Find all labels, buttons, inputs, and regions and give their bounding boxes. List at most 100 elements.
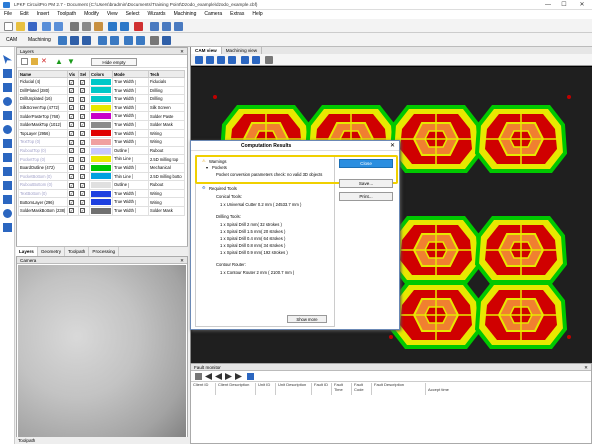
- layer-mode[interactable]: True Width: [112, 111, 149, 121]
- check-icon[interactable]: ✓: [80, 199, 85, 205]
- new-layer-icon[interactable]: [21, 58, 28, 65]
- menu-wizards[interactable]: Wizards: [144, 10, 170, 19]
- pockets-label[interactable]: Pockets: [212, 165, 227, 170]
- layer-color[interactable]: [89, 119, 113, 130]
- fault-col-fault-id[interactable]: Fault ID: [314, 382, 328, 388]
- layer-color[interactable]: [89, 188, 113, 199]
- layer-mode[interactable]: True Width: [112, 128, 149, 139]
- layer-row[interactable]: SolderPasteTop (768) ✓ ✓ True Width Solder P…: [18, 111, 185, 121]
- layer-mode[interactable]: True Width: [112, 162, 149, 173]
- tab-geometry[interactable]: Geometry: [38, 247, 65, 256]
- visible-checkbox[interactable]: ✓: [67, 111, 79, 121]
- layer-row[interactable]: TopLayer (2956) ✓ ✓ True Width Wiring: [18, 128, 185, 139]
- delete-icon[interactable]: [134, 22, 143, 31]
- machining-label[interactable]: Machining: [28, 37, 51, 43]
- dropdown-arrow-icon[interactable]: [127, 182, 132, 188]
- drill-icon[interactable]: [70, 36, 79, 45]
- show-more-button[interactable]: Show more: [287, 315, 327, 323]
- next-icon[interactable]: [225, 373, 232, 380]
- zoom-fit-icon[interactable]: [174, 22, 183, 31]
- visible-checkbox[interactable]: ✓: [67, 119, 79, 130]
- dropdown-arrow-icon[interactable]: [134, 208, 139, 214]
- check-icon[interactable]: ✓: [69, 139, 74, 145]
- layer-color[interactable]: [89, 85, 113, 96]
- layer-row[interactable]: SolderMaskTop (1012) ✓ ✓ True Width Solder M…: [18, 119, 185, 130]
- layer-mode[interactable]: True Width: [112, 119, 149, 130]
- select-checkbox[interactable]: ✓: [78, 85, 90, 96]
- arc-icon[interactable]: [3, 97, 12, 106]
- fault-close-icon[interactable]: ✕: [584, 364, 588, 371]
- dropdown-arrow-icon[interactable]: [131, 156, 136, 162]
- fault-col-accept-time[interactable]: Accept time: [428, 387, 464, 393]
- layer-color[interactable]: [89, 145, 113, 156]
- dropdown-arrow-icon[interactable]: [131, 174, 136, 180]
- select-arrow-icon[interactable]: [3, 55, 12, 64]
- color-swatch[interactable]: [91, 181, 111, 188]
- polyline-icon[interactable]: [3, 69, 12, 78]
- check-icon[interactable]: ✓: [80, 182, 85, 188]
- polygon-icon[interactable]: [3, 139, 12, 148]
- fault-col-unit-id[interactable]: Unit ID: [258, 382, 272, 388]
- dropdown-arrow-icon[interactable]: [134, 199, 139, 205]
- dropdown-arrow-icon[interactable]: [134, 122, 139, 128]
- select-checkbox[interactable]: ✓: [78, 154, 90, 164]
- machine-icon[interactable]: [136, 36, 145, 45]
- layer-mode[interactable]: True Width: [112, 188, 149, 199]
- maximize-button[interactable]: ☐: [556, 0, 572, 10]
- color-swatch[interactable]: [91, 95, 111, 102]
- check-icon[interactable]: ✓: [80, 174, 85, 180]
- color-swatch[interactable]: [91, 156, 111, 163]
- check-icon[interactable]: ✓: [69, 131, 74, 137]
- check-icon[interactable]: ✓: [69, 165, 74, 171]
- layer-row[interactable]: BottomLayer (296) ✓ ✓ True Width Wiring: [18, 197, 185, 207]
- menu-help[interactable]: Help: [248, 10, 266, 19]
- menu-toolpath[interactable]: Toolpath: [53, 10, 80, 19]
- new-file-icon[interactable]: [4, 22, 13, 31]
- layer-row[interactable]: SolderMaskBottom (238) ✓ ✓ True Width Solder…: [18, 205, 185, 216]
- menu-extras[interactable]: Extras: [226, 10, 248, 19]
- layer-row[interactable]: PocketBottom (0) ✓ ✓ Thin Line 2.5D milling …: [18, 171, 185, 182]
- open-folder-icon[interactable]: [16, 22, 25, 31]
- check-icon[interactable]: ✓: [80, 208, 85, 214]
- redo-icon[interactable]: [120, 22, 129, 31]
- dropdown-arrow-icon[interactable]: [134, 88, 139, 94]
- check-icon[interactable]: ✓: [80, 191, 85, 197]
- pad-icon[interactable]: [3, 167, 12, 176]
- check-icon[interactable]: ✓: [69, 88, 74, 94]
- select-checkbox[interactable]: ✓: [78, 94, 90, 104]
- menu-file[interactable]: File: [0, 10, 16, 19]
- menu-select[interactable]: Select: [122, 10, 144, 19]
- visible-checkbox[interactable]: ✓: [67, 180, 79, 190]
- last-icon[interactable]: [235, 373, 242, 380]
- check-icon[interactable]: ✓: [80, 88, 85, 94]
- visible-checkbox[interactable]: ✓: [67, 128, 79, 139]
- cam-label[interactable]: CAM: [6, 37, 17, 43]
- panel-close-icon[interactable]: ✕: [180, 48, 184, 55]
- dropdown-arrow-icon[interactable]: [134, 165, 139, 171]
- layer-mode[interactable]: Outline: [112, 145, 149, 156]
- select-checkbox[interactable]: ✓: [78, 205, 90, 216]
- color-swatch[interactable]: [91, 164, 111, 171]
- color-swatch[interactable]: [91, 207, 111, 214]
- layer-row[interactable]: SilkScreenTop (4772) ✓ ✓ True Width Silk Scr…: [18, 102, 185, 113]
- check-icon[interactable]: ✓: [80, 131, 85, 137]
- menu-camera[interactable]: Camera: [200, 10, 226, 19]
- close-button[interactable]: Close: [339, 159, 393, 168]
- layer-mode[interactable]: True Width: [112, 85, 149, 96]
- layer-mode[interactable]: Thin Line: [112, 154, 149, 164]
- layer-mode[interactable]: True Width: [112, 94, 149, 104]
- dropdown-arrow-icon[interactable]: [134, 105, 139, 111]
- edit-layer-icon[interactable]: [31, 58, 38, 65]
- layer-color[interactable]: [89, 111, 113, 121]
- select-checkbox[interactable]: ✓: [78, 137, 90, 147]
- dropdown-arrow-icon[interactable]: [134, 191, 139, 197]
- menu-view[interactable]: View: [103, 10, 122, 19]
- rotate-icon[interactable]: [3, 209, 12, 218]
- select-checkbox[interactable]: ✓: [78, 119, 90, 130]
- dropdown-arrow-icon[interactable]: [134, 113, 139, 119]
- help-icon[interactable]: [162, 36, 171, 45]
- visible-checkbox[interactable]: ✓: [67, 102, 79, 113]
- select-checkbox[interactable]: ✓: [78, 145, 90, 156]
- check-icon[interactable]: ✓: [80, 122, 85, 128]
- select-checkbox[interactable]: ✓: [78, 180, 90, 190]
